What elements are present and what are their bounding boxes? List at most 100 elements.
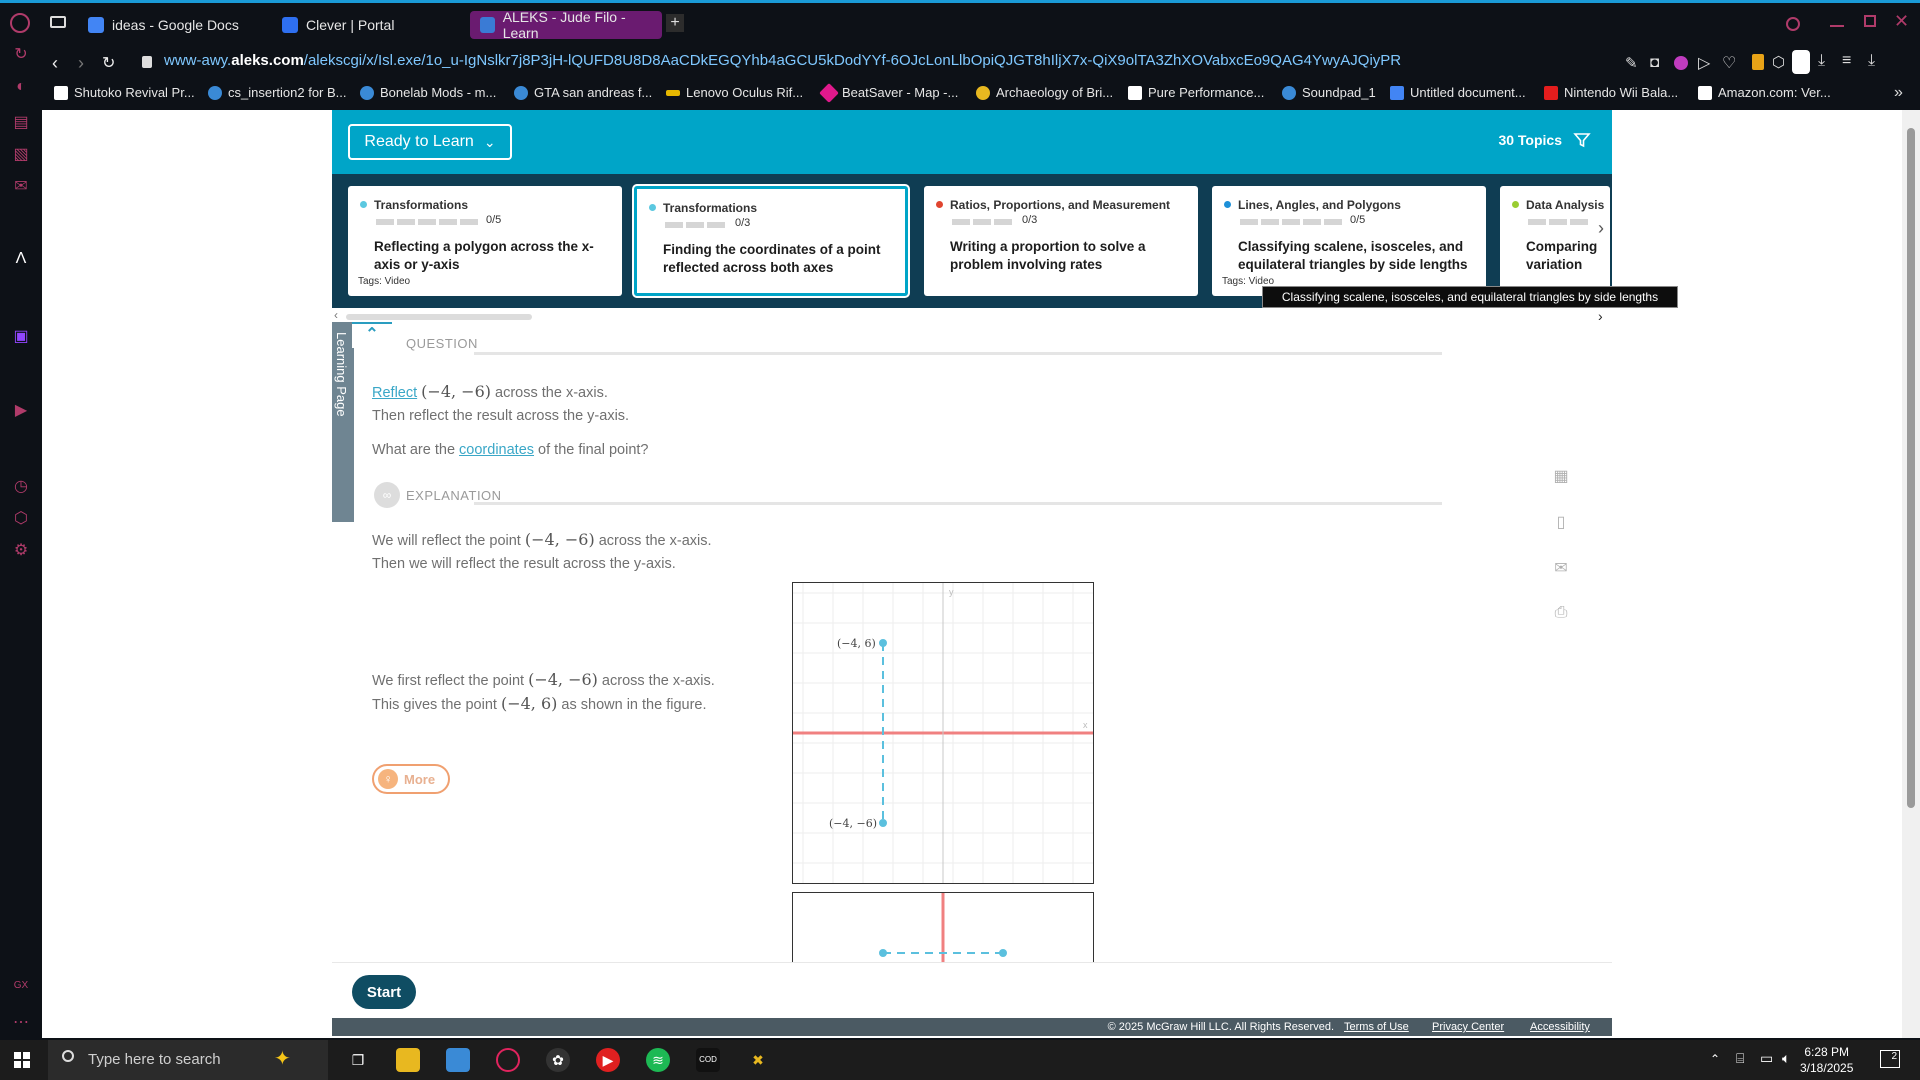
store-icon[interactable] — [446, 1048, 470, 1072]
bookmark-item[interactable]: Untitled document... — [1390, 85, 1526, 100]
y-axis-label: y — [949, 587, 954, 597]
tab-clever[interactable]: Clever | Portal — [272, 11, 462, 39]
card-category: Transformations — [374, 198, 469, 212]
youtube-icon[interactable]: ▶ — [596, 1048, 620, 1072]
cards-icon[interactable]: ▧ — [11, 144, 31, 164]
reflection-graph: (−4, 6) (−4, −6) x y — [792, 582, 1094, 884]
topic-card[interactable]: Ratios, Proportions, and Measurement 0/3… — [924, 186, 1198, 296]
player-icon[interactable]: ▶ — [11, 400, 31, 420]
menu-icon[interactable]: ≡ — [1842, 52, 1851, 70]
more-icon[interactable]: ⋯ — [11, 1012, 31, 1032]
send-icon[interactable]: ▷ — [1698, 53, 1710, 73]
tab-google-docs[interactable]: ideas - Google Docs — [78, 11, 278, 39]
cards-scrollbar[interactable] — [346, 314, 532, 320]
minimize-icon[interactable] — [1830, 25, 1844, 27]
privacy-link[interactable]: Privacy Center — [1432, 1021, 1504, 1033]
windows-start-icon[interactable] — [14, 1052, 30, 1068]
ai-icon[interactable]: ◐ — [11, 78, 31, 98]
mail-icon[interactable]: ✉ — [11, 176, 31, 196]
bookmarks-bar: Shutoko Revival Pr... cs_insertion2 for … — [42, 80, 1920, 110]
notification-icon[interactable]: 2 — [1880, 1050, 1900, 1068]
heart-icon[interactable]: ♡ — [1722, 53, 1736, 73]
bookmark-item[interactable]: cs_insertion2 for B... — [208, 85, 347, 100]
browser-sidebar: ↻ ◐ ▤ ▧ ✉ Λ ▣ ▶ ◷ ⬡ ⚙ GX ⋯ — [0, 44, 42, 1038]
reload-icon[interactable]: ↻ — [102, 53, 115, 73]
shield-icon[interactable] — [1674, 56, 1688, 70]
print-icon[interactable]: ⎙ — [1550, 604, 1572, 626]
tab-overview-icon[interactable] — [50, 16, 66, 28]
more-button[interactable]: ♀ More — [372, 764, 450, 794]
gx-icon[interactable]: GX — [11, 980, 31, 1000]
page-scrollbar[interactable] — [1902, 110, 1920, 1038]
spotify-icon[interactable]: ≋ — [646, 1048, 670, 1072]
coordinates-link[interactable]: coordinates — [459, 442, 534, 458]
shop-icon[interactable]: ▤ — [11, 112, 31, 132]
opera-logo-icon[interactable] — [10, 13, 30, 33]
dictionary-icon[interactable]: ▯ — [1550, 512, 1572, 534]
call-of-duty-icon[interactable]: COD — [696, 1048, 720, 1072]
bookmark-item[interactable]: Shutoko Revival Pr... — [54, 85, 195, 100]
settings-icon[interactable]: ⚙ — [11, 540, 31, 560]
edit-icon[interactable]: ✎ — [1625, 54, 1638, 72]
bookmark-item[interactable]: Amazon.com: Ver... — [1698, 85, 1831, 100]
aleks-sidebar-icon[interactable]: Λ — [11, 250, 31, 270]
bookmark-item[interactable]: Pure Performance... — [1128, 85, 1264, 100]
archaeology-icon — [976, 85, 990, 100]
download-icon[interactable]: ⤓ — [1818, 52, 1825, 70]
tab-aleks[interactable]: ALEKS - Jude Filo - Learn — [470, 9, 662, 41]
topic-card[interactable]: Data Analysis Comparing variation — [1500, 186, 1610, 296]
scrollbar-thumb[interactable] — [1907, 128, 1915, 808]
twitch-icon[interactable]: ▣ — [11, 326, 31, 346]
search-tabs-icon[interactable] — [1786, 17, 1800, 31]
clock-icon[interactable]: ◷ — [11, 476, 31, 496]
filter-icon[interactable] — [1572, 130, 1592, 150]
calculator-icon[interactable]: ▦ — [1550, 466, 1572, 488]
tray-chevron-icon[interactable]: ⌃ — [1710, 1052, 1720, 1066]
scroll-left-icon[interactable]: ‹ — [334, 308, 338, 322]
mail-icon[interactable]: ✉ — [1550, 558, 1572, 580]
page-icon — [54, 85, 68, 100]
bookmark-item[interactable]: Bonelab Mods - m... — [360, 85, 496, 100]
taskbar-search[interactable]: Type here to search ✦ — [48, 1040, 328, 1080]
more-bookmarks-icon[interactable]: » — [1894, 84, 1903, 102]
bookmark-item[interactable]: BeatSaver - Map -... — [819, 82, 958, 103]
bookmark-item[interactable]: Archaeology of Bri... — [976, 85, 1113, 100]
bookmark-item[interactable]: Lenovo Oculus Rif... — [666, 85, 803, 100]
tray-network-icon[interactable]: ⌸ — [1736, 1050, 1744, 1067]
extension-badge-icon[interactable] — [1752, 54, 1764, 70]
collapse-icon[interactable]: ⤓ — [1868, 52, 1875, 70]
clock[interactable]: 6:28 PM 3/18/2025 — [1800, 1044, 1853, 1076]
tray-display-icon[interactable]: ▭ — [1760, 1050, 1773, 1067]
learning-page-tab[interactable]: Learning Page — [332, 322, 354, 522]
bookmark-item[interactable]: Nintendo Wii Bala... — [1544, 85, 1678, 100]
terms-link[interactable]: Terms of Use — [1344, 1021, 1409, 1033]
new-tab-button[interactable]: + — [666, 14, 684, 32]
task-view-icon[interactable]: ❐ — [346, 1048, 370, 1072]
url-field[interactable]: www-awy.aleks.com/alekscgi/x/Isl.exe/1o_… — [164, 52, 1401, 69]
file-explorer-icon[interactable] — [396, 1048, 420, 1072]
start-button[interactable]: Start — [352, 975, 416, 1009]
maximize-icon[interactable] — [1864, 15, 1876, 27]
opera-gx-icon[interactable] — [496, 1048, 520, 1072]
profile-icon[interactable] — [1792, 50, 1810, 74]
game-icon[interactable]: ✖ — [746, 1048, 770, 1072]
ready-to-learn-dropdown[interactable]: Ready to Learn ⌄ — [348, 124, 512, 160]
card-category: Ratios, Proportions, and Measurement — [950, 198, 1171, 212]
app-icon[interactable]: ✿ — [546, 1048, 570, 1072]
volume-icon[interactable]: 🔈︎ — [1782, 1050, 1790, 1067]
box-icon[interactable]: ⬡ — [11, 508, 31, 528]
back-icon[interactable]: ‹ — [52, 53, 58, 74]
close-icon[interactable]: ✕ — [1894, 11, 1909, 32]
forward-icon[interactable]: › — [78, 53, 84, 74]
chevron-right-icon[interactable]: › — [1598, 218, 1604, 239]
topic-card[interactable]: Lines, Angles, and Polygons 0/5 Classify… — [1212, 186, 1486, 296]
reflect-link[interactable]: Reflect — [372, 385, 417, 401]
bookmark-item[interactable]: GTA san andreas f... — [514, 85, 652, 100]
history-icon[interactable]: ↻ — [11, 44, 31, 64]
camera-icon[interactable]: ◘ — [1650, 54, 1659, 71]
topic-card-selected[interactable]: Transformations 0/3 Finding the coordina… — [634, 186, 908, 296]
cube-icon[interactable]: ⬡ — [1772, 53, 1785, 71]
accessibility-link[interactable]: Accessibility — [1530, 1021, 1590, 1033]
topic-card[interactable]: Transformations 0/5 Reflecting a polygon… — [348, 186, 622, 296]
bookmark-item[interactable]: Soundpad_1 — [1282, 85, 1376, 100]
